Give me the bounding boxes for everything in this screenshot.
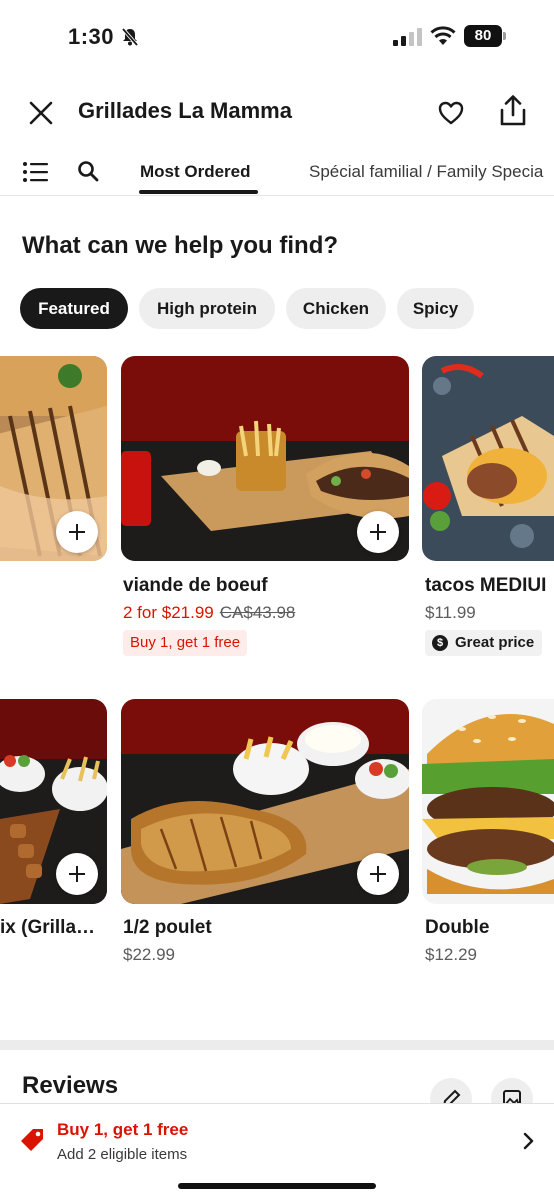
close-icon[interactable] bbox=[26, 98, 56, 128]
battery-level: 80 bbox=[464, 25, 502, 47]
item-image-double-burger[interactable] bbox=[422, 699, 554, 904]
item-name: 1/2 poulet bbox=[123, 917, 212, 938]
status-bar: 1:30 80 bbox=[0, 0, 554, 74]
promo-title: Buy 1, get 1 free bbox=[57, 1120, 189, 1139]
badge-label: Great price bbox=[455, 634, 535, 651]
share-icon[interactable] bbox=[497, 94, 529, 128]
reviews-heading: Reviews bbox=[22, 1072, 119, 1099]
store-header: Grillades La Mamma bbox=[0, 86, 554, 140]
add-item-button[interactable] bbox=[56, 511, 98, 553]
deal-badge: Buy 1, get 1 free bbox=[123, 630, 248, 656]
wifi-icon bbox=[430, 26, 456, 45]
add-item-button[interactable] bbox=[56, 853, 98, 895]
item-image-tacos[interactable] bbox=[422, 356, 554, 561]
battery-icon: 80 bbox=[464, 25, 506, 47]
promo-subtitle: Add 2 eligible items bbox=[57, 1146, 188, 1163]
signal-icon bbox=[393, 28, 422, 46]
great-price-badge: $ Great price bbox=[425, 630, 543, 656]
chevron-right-icon bbox=[523, 1132, 534, 1150]
chip-chicken[interactable]: Chicken bbox=[286, 288, 386, 329]
heart-icon[interactable] bbox=[437, 99, 465, 127]
chip-featured[interactable]: Featured bbox=[20, 288, 128, 329]
item-name: viande de boeuf bbox=[123, 575, 268, 596]
item-price: 2 for $21.99 CA$43.98 bbox=[123, 603, 295, 623]
add-item-button[interactable] bbox=[357, 511, 399, 553]
chip-spicy[interactable]: Spicy bbox=[397, 288, 474, 329]
item-name: tacos MEDIUI bbox=[425, 575, 547, 596]
store-title: Grillades La Mamma bbox=[78, 98, 292, 123]
original-price: CA$43.98 bbox=[219, 603, 296, 622]
home-indicator[interactable] bbox=[178, 1183, 376, 1189]
item-name: Double bbox=[425, 917, 490, 938]
status-time: 1:30 bbox=[68, 24, 115, 49]
list-icon[interactable] bbox=[22, 160, 50, 184]
active-tab-indicator bbox=[139, 190, 258, 194]
tab-most-ordered[interactable]: Most Ordered bbox=[140, 162, 251, 182]
tag-icon bbox=[21, 1129, 43, 1151]
deal-price: 2 for $21.99 bbox=[123, 603, 214, 622]
chip-high-protein[interactable]: High protein bbox=[139, 288, 275, 329]
category-tabs: Most Ordered Spécial familial / Family S… bbox=[0, 150, 554, 196]
item-price: $11.99 bbox=[425, 603, 476, 622]
search-icon[interactable] bbox=[77, 160, 99, 182]
tab-family-special[interactable]: Spécial familial / Family Specia bbox=[309, 162, 543, 182]
section-divider bbox=[0, 1040, 554, 1050]
item-price: $22.99 bbox=[123, 945, 175, 964]
dollar-icon: $ bbox=[432, 635, 448, 651]
bell-slash-icon bbox=[121, 27, 139, 47]
item-name: ix (Grilla… bbox=[0, 917, 96, 938]
item-price: $12.29 bbox=[425, 945, 477, 964]
add-item-button[interactable] bbox=[357, 853, 399, 895]
section-heading: What can we help you find? bbox=[22, 232, 339, 259]
